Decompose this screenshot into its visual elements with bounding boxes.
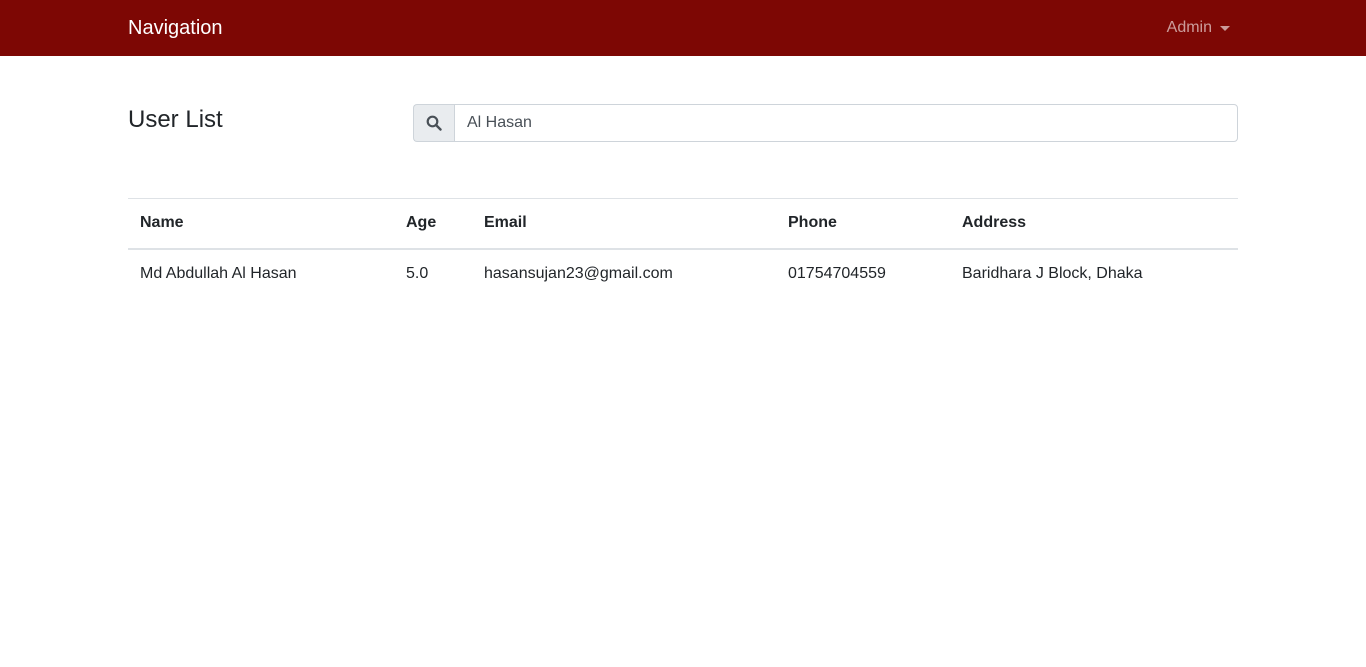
column-header-address[interactable]: Address <box>950 198 1238 250</box>
page-title: User List <box>128 106 223 133</box>
admin-dropdown-label: Admin <box>1166 19 1212 36</box>
cell-phone: 01754704559 <box>788 265 886 282</box>
table-row[interactable]: Md Abdullah Al Hasan 5.0 hasansujan23@gm… <box>128 249 1238 299</box>
cell-age: 5.0 <box>406 265 429 282</box>
user-table: Name Age Email Phone Address Md Abdullah… <box>128 198 1238 299</box>
column-header-email[interactable]: Email <box>472 198 776 250</box>
navbar: Navigation Admin <box>0 0 1366 56</box>
cell-address: Baridhara J Block, Dhaka <box>962 265 1143 282</box>
cell-email: hasansujan23@gmail.com <box>484 265 673 282</box>
cell-name: Md Abdullah Al Hasan <box>140 265 297 282</box>
search-group <box>413 104 1238 142</box>
search-icon <box>413 104 454 142</box>
admin-dropdown[interactable]: Admin <box>1167 18 1230 38</box>
column-header-age[interactable]: Age <box>394 198 472 250</box>
navbar-brand[interactable]: Navigation <box>128 16 223 40</box>
search-input[interactable] <box>454 104 1238 142</box>
caret-down-icon <box>1220 25 1230 31</box>
column-header-phone[interactable]: Phone <box>776 198 950 250</box>
table-header-row: Name Age Email Phone Address <box>128 198 1238 250</box>
column-header-name[interactable]: Name <box>128 198 394 250</box>
